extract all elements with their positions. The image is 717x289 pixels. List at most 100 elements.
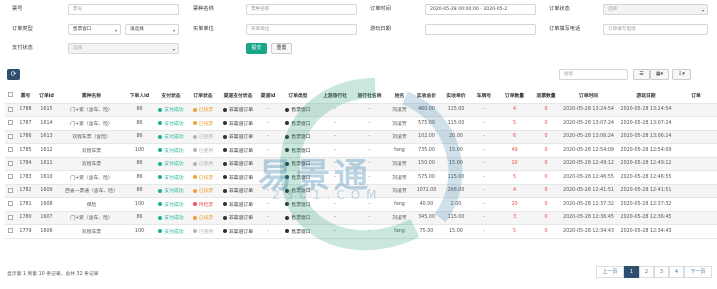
table-cell: 1615	[35, 103, 58, 117]
status-text: 非渠道订单	[229, 216, 253, 222]
table-cell: -	[471, 184, 497, 198]
page-button[interactable]: 2	[639, 266, 654, 278]
settle-unit-input[interactable]: 买单单位	[246, 24, 357, 35]
checkbox-icon[interactable]	[8, 106, 13, 112]
checkbox-icon[interactable]	[8, 228, 13, 234]
table-cell: 1786	[16, 130, 35, 144]
status-cell: 已核票	[188, 211, 218, 225]
table-cell: 1614	[35, 116, 58, 131]
submit-button[interactable]: 提交	[246, 43, 267, 54]
status-text: 支付成功	[164, 216, 184, 222]
refresh-button[interactable]: ⟳	[7, 69, 20, 80]
table-cell: 460.00	[412, 103, 441, 117]
table-cell: -	[471, 211, 497, 225]
ticket-name-input[interactable]: 票种名称	[246, 4, 357, 15]
list-view-button[interactable]: ☰	[633, 69, 650, 80]
checkbox-icon[interactable]	[8, 147, 13, 153]
table-cell: 0	[532, 130, 560, 144]
table-cell	[675, 130, 717, 144]
status-text: 支付成功	[164, 189, 184, 195]
order-time-input[interactable]: 2020-05-28 00:00:00 - 2020-05-2	[425, 4, 536, 15]
checkbox-icon[interactable]	[8, 133, 13, 139]
checkbox-icon[interactable]	[8, 174, 13, 180]
checkbox-icon[interactable]	[8, 120, 13, 126]
row-checkbox[interactable]	[5, 103, 16, 117]
status-text: 售票窗口	[291, 216, 311, 222]
page-button[interactable]: 4	[669, 266, 684, 278]
status-text: 已使用	[198, 148, 214, 154]
column-header: 渠道支付状态	[218, 88, 258, 104]
status-dot-icon	[192, 107, 197, 112]
column-header: 订单	[675, 88, 717, 104]
order-subtype-select[interactable]: 请选择 ▾	[125, 24, 179, 35]
reset-button[interactable]: 重置	[271, 43, 292, 54]
status-cell: 售票窗口	[278, 116, 318, 131]
table-cell: 2020-05-28 12:34:43	[617, 224, 675, 239]
row-checkbox[interactable]	[5, 157, 16, 171]
row-checkbox[interactable]	[5, 184, 16, 198]
status-cell: 已使用	[188, 224, 218, 239]
checkbox-icon[interactable]	[8, 160, 13, 166]
status-text: 售票窗口	[291, 162, 311, 168]
checkbox-icon[interactable]	[8, 187, 13, 193]
table-cell: 1787	[16, 116, 35, 131]
column-header: 票种名称	[58, 88, 125, 104]
table-cell	[675, 170, 717, 185]
order-phone-input[interactable]: 订单填写电话	[603, 24, 708, 35]
status-cell: 支付成功	[154, 130, 188, 144]
next-page-button[interactable]: 下一页	[684, 266, 712, 278]
pay-status-select[interactable]: 选择 ▾	[68, 43, 179, 54]
table-row[interactable]: 1788 1615 门+索（含车、险） 86 支付成功 已核票 非渠道订单 - 售票窗口 - - 刘凌…	[5, 103, 717, 117]
table-row[interactable]: 1779 1606 双程车票 100 支付成功 已使用 非渠道订单 - 售票窗口 - - fang 75…	[5, 224, 717, 239]
table-cell: -	[352, 224, 387, 239]
checkbox-icon[interactable]	[8, 214, 13, 220]
table-cell: 3	[497, 211, 532, 225]
table-row[interactable]: 1784 1611 双程车票 86 支付成功 已使用 非渠道订单 - 售票窗口 - - 刘凌芳 150.…	[5, 157, 717, 171]
column-header: 票号	[16, 88, 35, 104]
table-cell: 2020-05-28 13:06:24	[560, 130, 617, 144]
row-checkbox[interactable]	[5, 116, 16, 131]
status-dot-icon	[192, 161, 197, 166]
export-button[interactable]: ⇩▾	[672, 69, 691, 80]
table-cell: -	[471, 143, 497, 158]
checkbox-icon[interactable]	[8, 201, 13, 207]
select-all-checkbox[interactable]	[5, 88, 16, 104]
status-text: 非渠道订单	[229, 121, 253, 127]
table-cell: 2020-05-28 12:36:45	[560, 211, 617, 225]
table-cell: -	[318, 130, 352, 144]
column-header: 实收单价	[441, 88, 471, 104]
row-checkbox[interactable]	[5, 170, 16, 185]
page-button[interactable]: 1	[624, 266, 639, 278]
order-type-select[interactable]: 售票窗口 ▾	[68, 24, 121, 35]
table-cell: 2020-05-28 12:37:32	[560, 197, 617, 212]
prev-page-button[interactable]: 上一页	[596, 266, 624, 278]
table-row[interactable]: 1785 1612 双程车票 100 支付成功 已使用 非渠道订单 - 售票窗口 - - fang 73…	[5, 143, 717, 158]
table-row[interactable]: 1787 1614 门+索（含车、险） 86 支付成功 已核票 非渠道订单 - 售票窗口 - - 刘凌…	[5, 116, 717, 131]
table-cell: 86	[125, 130, 154, 144]
row-checkbox[interactable]	[5, 143, 16, 158]
table-cell: 刘凌芳	[387, 116, 412, 131]
checkbox-icon[interactable]	[8, 92, 13, 98]
table-cell: 115.00	[441, 103, 471, 117]
filter-panel: 票号 票号 票种名称 票种名称 订单时间 2020-05-28 00:00:00…	[0, 0, 717, 60]
table-cell: 保险	[58, 197, 125, 212]
row-checkbox[interactable]	[5, 130, 16, 144]
table-row[interactable]: 1781 1608 保险 100 支付成功 待检票 非渠道订单 - 售票窗口 - - fang 40.0…	[5, 197, 717, 212]
page-button[interactable]: 3	[654, 266, 669, 278]
row-checkbox[interactable]	[5, 224, 16, 239]
status-dot-icon	[158, 134, 163, 139]
row-checkbox[interactable]	[5, 211, 16, 225]
column-header: 实收总价	[412, 88, 441, 104]
row-checkbox[interactable]	[5, 197, 16, 212]
table-row[interactable]: 1783 1610 门+索（含车、险） 86 支付成功 已核票 非渠道订单 - 售票窗口 - - 刘凌…	[5, 170, 717, 185]
columns-button[interactable]: ▦▾	[650, 69, 669, 80]
search-input[interactable]: 搜索	[559, 69, 628, 80]
status-cell: 支付成功	[154, 211, 188, 225]
ticket-no-input[interactable]: 票号	[68, 4, 179, 15]
table-cell: 102.00	[412, 130, 441, 144]
table-row[interactable]: 1786 1613 双程车票（含险） 86 支付成功 已使用 非渠道订单 - 售票窗口 - - 刘凌芳…	[5, 130, 717, 144]
table-row[interactable]: 1782 1609 西省一票通（含车、险） 86 支付成功 已核票 非渠道订单 - 售票窗口 - -…	[5, 184, 717, 198]
order-status-select[interactable]: 选择 ▾	[603, 4, 708, 15]
visit-date-input[interactable]	[425, 24, 536, 35]
table-row[interactable]: 1780 1607 门+索（含车、险） 86 支付成功 已核票 非渠道订单 - 售票窗口 - - 刘凌…	[5, 211, 717, 225]
